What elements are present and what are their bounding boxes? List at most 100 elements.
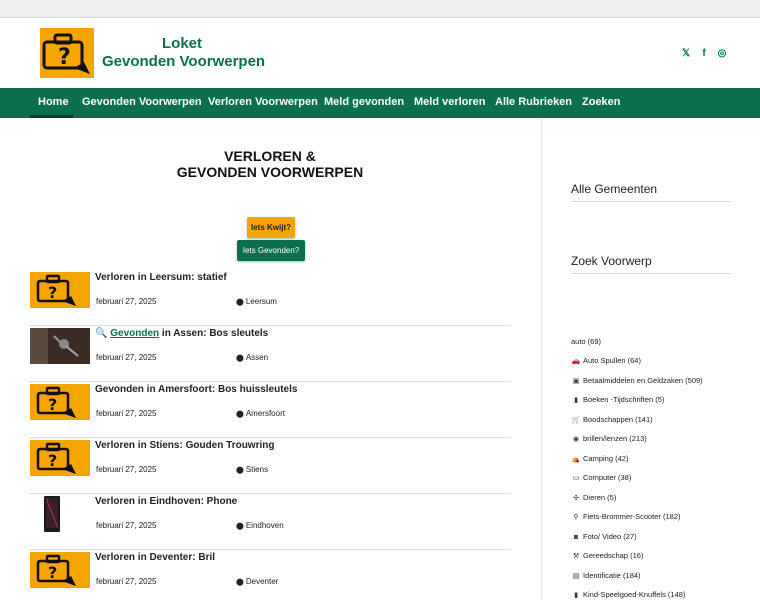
location-pin-icon: ⬤ xyxy=(236,411,244,418)
title-line-2: GEVONDEN VOORWERPEN xyxy=(176,164,364,180)
nav-item-meld-gevonden[interactable]: Meld gevonden xyxy=(324,88,404,118)
category-label: Kind-Speelgoed-Knuffels (148) xyxy=(583,590,686,599)
iets-gevonden-button[interactable]: Iets Gevonden? xyxy=(237,240,305,261)
location-label: Stiens xyxy=(245,465,269,474)
site-header: ? Loket Gevonden Voorwerpen 𝕏 f ◎ xyxy=(0,18,760,88)
location-label: Assen xyxy=(245,353,269,362)
laptop-icon: ▭ xyxy=(572,475,580,482)
location-pin-icon: ⬤ xyxy=(236,299,244,306)
svg-text:?: ? xyxy=(48,451,57,470)
category-link[interactable]: 🚗 Auto Spullen (64) xyxy=(571,356,641,365)
x-icon[interactable]: 𝕏 xyxy=(680,48,692,60)
post-date: februari 27, 2025 xyxy=(96,353,157,362)
category-link[interactable]: ▤ Identificatie (184) xyxy=(571,571,641,580)
money-icon: ▣ xyxy=(572,378,580,385)
post-title[interactable]: Gevonden in Amersfoort: Bos huissleutels xyxy=(95,384,297,395)
location-label: Amersfoort xyxy=(245,409,285,418)
category-link[interactable]: ▮ Kind-Speelgoed-Knuffels (148) xyxy=(571,590,685,599)
sidebar-divider-line xyxy=(571,273,731,274)
camera-icon: ◙ xyxy=(573,534,579,541)
category-link[interactable]: ⚒ Gereedschap (16) xyxy=(571,551,644,560)
category-link[interactable]: 🛒 Boodschappen (141) xyxy=(571,415,653,424)
category-label: Identificatie (184) xyxy=(583,571,641,580)
post-thumbnail[interactable]: ? xyxy=(30,272,90,308)
category-label: Gereedschap (16) xyxy=(583,551,644,560)
svg-text:?: ? xyxy=(48,395,57,414)
post-thumbnail[interactable]: ? xyxy=(30,384,90,420)
category-link[interactable]: ✣ Dieren (5) xyxy=(571,493,616,502)
category-label: brillen/lenzen (213) xyxy=(583,434,647,443)
location-label: Eindhoven xyxy=(245,521,284,530)
category-label: Camping (42) xyxy=(583,454,629,463)
list-item: Verloren in Eindhoven: Phone februari 27… xyxy=(30,494,511,550)
category-link[interactable]: ◉ brillen/lenzen (213) xyxy=(571,434,647,443)
category-link[interactable]: ▭ Computer (38) xyxy=(571,473,632,482)
category-label: Fiets-Brommer-Scooter (182) xyxy=(583,512,681,521)
location-label: Deventer xyxy=(245,577,279,586)
nav-item-home[interactable]: Home xyxy=(38,88,69,118)
post-date: februari 27, 2025 xyxy=(96,409,157,418)
instagram-icon[interactable]: ◎ xyxy=(716,48,728,60)
nav-active-indicator xyxy=(30,115,73,118)
browser-top-strip xyxy=(0,0,760,18)
logo-line-1: Loket xyxy=(162,35,203,52)
site-logo-text[interactable]: Loket Gevonden Voorwerpen xyxy=(102,35,265,71)
title-line-1: VERLOREN & xyxy=(224,148,316,164)
category-label: Foto/ Video (27) xyxy=(583,532,637,541)
bicycle-icon: ⚲ xyxy=(573,514,579,521)
post-thumbnail-keys-photo[interactable] xyxy=(30,328,90,364)
post-location: ⬤ Assen xyxy=(236,353,268,362)
post-title[interactable]: Verloren in Leersum: statief xyxy=(95,272,227,283)
main-nav: Home Gevonden Voorwerpen Verloren Voorwe… xyxy=(0,88,760,118)
facebook-icon[interactable]: f xyxy=(698,48,710,60)
tent-icon: ⛺ xyxy=(571,456,581,463)
category-link[interactable]: ▣ Betaalmiddelen en Geldzaken (509) xyxy=(571,376,703,385)
post-date: februari 27, 2025 xyxy=(96,297,157,306)
page-title: VERLOREN & GEVONDEN VOORWERPEN xyxy=(150,148,390,180)
category-link[interactable]: auto (69) xyxy=(571,337,601,346)
category-link[interactable]: ⚲ Fiets-Brommer-Scooter (182) xyxy=(571,512,681,521)
category-label: Dieren (5) xyxy=(583,493,617,502)
post-location: ⬤ Amersfoort xyxy=(236,409,285,418)
category-link[interactable]: ▮ Boeken -Tijdschriften (5) xyxy=(571,395,664,404)
location-pin-icon: ⬤ xyxy=(236,579,244,586)
post-thumbnail[interactable]: ? xyxy=(30,440,90,476)
cart-icon: 🛒 xyxy=(571,417,581,424)
list-item: ? Verloren in Leersum: statief februari … xyxy=(30,270,511,326)
location-pin-icon: ⬤ xyxy=(236,355,244,362)
svg-text:?: ? xyxy=(48,283,57,302)
post-title-rest: in Assen: Bos sleutels xyxy=(159,328,269,339)
nav-item-gevonden-voorwerpen[interactable]: Gevonden Voorwerpen xyxy=(82,88,202,118)
nav-item-alle-rubrieken[interactable]: Alle Rubrieken xyxy=(495,88,572,118)
nav-item-verloren-voorwerpen[interactable]: Verloren Voorwerpen xyxy=(208,88,318,118)
search-icon: 🔍 xyxy=(95,328,111,339)
svg-text:?: ? xyxy=(48,563,57,582)
post-title[interactable]: Verloren in Stiens: Gouden Trouwring xyxy=(95,440,274,451)
post-thumbnail-phone-photo[interactable] xyxy=(30,496,90,532)
post-title[interactable]: Verloren in Eindhoven: Phone xyxy=(95,496,237,507)
post-date: februari 27, 2025 xyxy=(96,521,157,530)
nav-item-zoeken[interactable]: Zoeken xyxy=(582,88,621,118)
car-icon: 🚗 xyxy=(571,358,581,365)
category-link[interactable]: ⛺ Camping (42) xyxy=(571,454,629,463)
category-link[interactable]: ◙ Foto/ Video (27) xyxy=(571,532,637,541)
paw-icon: ✣ xyxy=(573,495,579,502)
logo-suitcase-icon[interactable]: ? xyxy=(40,28,94,78)
post-thumbnail[interactable]: ? xyxy=(30,552,90,588)
sidebar-heading-zoek: Zoek Voorwerp xyxy=(571,254,652,268)
category-label: Betaalmiddelen en Geldzaken (509) xyxy=(583,376,703,385)
post-title-link[interactable]: Gevonden xyxy=(110,328,159,339)
iets-kwijt-button[interactable]: Iets Kwijt? xyxy=(247,217,295,238)
location-pin-icon: ⬤ xyxy=(236,523,244,530)
post-title[interactable]: Verloren in Deventer: Bril xyxy=(95,552,215,563)
post-date: februari 27, 2025 xyxy=(96,577,157,586)
post-location: ⬤ Eindhoven xyxy=(236,521,284,530)
post-title[interactable]: 🔍 Gevonden in Assen: Bos sleutels xyxy=(95,328,268,339)
list-item: ? Verloren in Stiens: Gouden Trouwring f… xyxy=(30,438,511,494)
post-location: ⬤ Deventer xyxy=(236,577,278,586)
post-location: ⬤ Leersum xyxy=(236,297,277,306)
sidebar-heading-gemeenten: Alle Gemeenten xyxy=(571,182,658,196)
eye-icon: ◉ xyxy=(572,436,580,443)
nav-item-meld-verloren[interactable]: Meld verloren xyxy=(414,88,486,118)
category-label: Boeken -Tijdschriften (5) xyxy=(583,395,665,404)
